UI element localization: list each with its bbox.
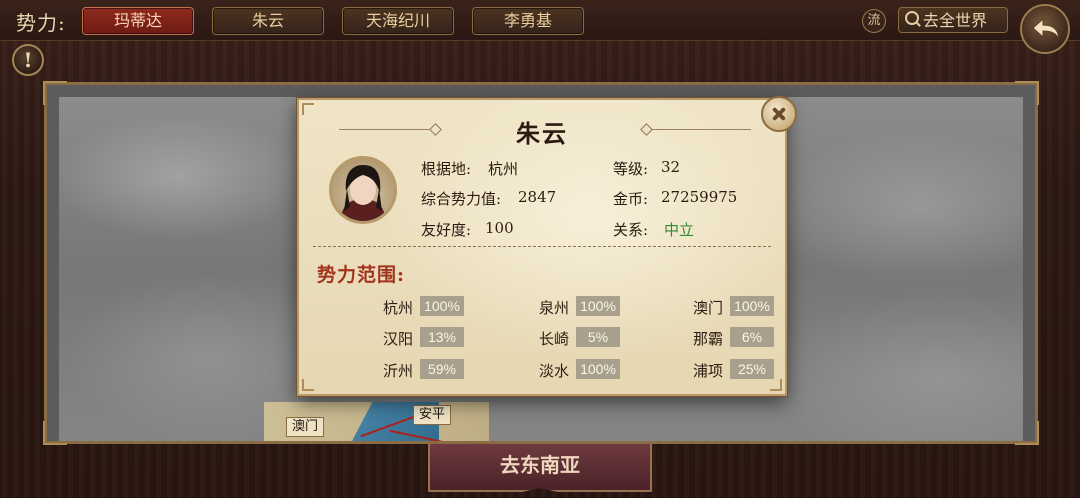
level-label: 等级: [613,160,649,178]
popup-corner [770,379,782,391]
territory-percent: 100% [730,296,774,316]
territory-percent: 25% [730,359,774,379]
territory-percent: 100% [576,296,620,316]
friendship-label: 友好度: [421,221,472,239]
base-label: 根据地: [421,160,472,178]
territory-city: 泉州 [538,299,569,317]
back-button[interactable] [1020,4,1070,54]
territory-city: 汉阳 [382,330,413,348]
territory-city: 澳门 [692,299,723,317]
go-world-button[interactable]: 去全世界 [898,7,1008,33]
gold-value: 27259975 [661,188,738,206]
friendship-value: 100 [485,219,514,237]
territory-city: 浦项 [692,362,723,380]
title-deco-line [651,129,751,130]
power-label: 综合势力值: [421,190,502,208]
power-value: 2847 [518,188,557,206]
territory-city: 淡水 [538,362,569,380]
search-icon [905,11,919,25]
map-port-anping[interactable]: 安平 [413,405,452,425]
go-world-label: 去全世界 [923,11,988,30]
territory-percent: 13% [420,327,464,347]
territory-city: 那霸 [692,330,723,348]
go-southeast-asia-button[interactable]: 去东南亚 [428,444,652,492]
territory-percent: 5% [576,327,620,347]
tab-faction-3[interactable]: 天海纪川 [342,7,454,35]
territory-percent: 59% [420,359,464,379]
territory-percent: 6% [730,327,774,347]
gold-label: 金币: [613,190,649,208]
territory-city: 沂州 [382,362,413,380]
faction-info-popup: 朱云 根据地: 杭州 综合势力值: 2847 友好度: 100 等级: 32 金… [297,96,797,396]
avatar-portrait [329,156,397,224]
relation-label: 关系: [613,221,649,239]
territory-city: 长崎 [538,330,569,348]
popup-corner [302,379,314,391]
tab-faction-2[interactable]: 朱云 [212,7,324,35]
level-value: 32 [661,158,681,176]
popup-title: 朱云 [516,119,568,148]
base-value: 杭州 [488,160,519,178]
back-arrow-icon [1032,17,1060,40]
faction-label: 势力: [16,11,66,35]
close-icon[interactable] [761,96,797,132]
tab-faction-4[interactable]: 李勇基 [472,7,584,35]
relation-value: 中立 [664,221,695,239]
territory-percent: 100% [576,359,620,379]
faction-top-bar: 势力: 玛蒂达 朱云 天海纪川 李勇基 流 去全世界 [0,0,1080,41]
map-port-macau[interactable]: 澳门 [286,417,325,437]
territory-section-title: 势力范围: [317,264,406,286]
flow-button[interactable]: 流 [862,9,886,33]
territory-city: 杭州 [382,299,413,317]
tab-faction-1[interactable]: 玛蒂达 [82,7,194,35]
alert-icon[interactable]: ! [12,44,44,76]
popup-divider [313,246,771,247]
territory-percent: 100% [420,296,464,316]
